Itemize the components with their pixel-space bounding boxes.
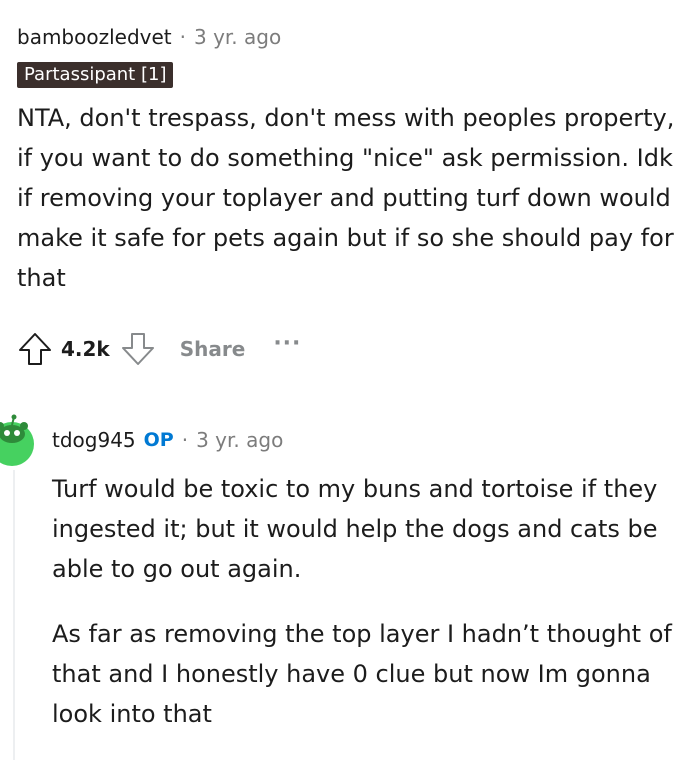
downvote-arrow-icon xyxy=(121,333,154,365)
meta-separator: · xyxy=(179,25,186,49)
comment-actions: 4.2k Share ··· xyxy=(17,328,301,370)
upvote-button[interactable] xyxy=(17,331,53,367)
comment-paragraph: As far as removing the top layer I hadn’… xyxy=(52,620,672,728)
timestamp-link[interactable]: 3 yr. ago xyxy=(196,425,283,455)
comment-bamboozledvet: bamboozledvet · 3 yr. ago Partassipant [… xyxy=(17,22,692,298)
comment-meta: bamboozledvet · 3 yr. ago xyxy=(17,22,692,52)
timestamp-link[interactable]: 3 yr. ago xyxy=(194,22,281,52)
vote-count: 4.2k xyxy=(61,337,110,361)
meta-separator: · xyxy=(181,428,189,452)
upvote-arrow-icon xyxy=(19,333,51,365)
snoo-avatar-icon[interactable] xyxy=(0,412,36,466)
share-button[interactable]: Share xyxy=(180,337,246,361)
op-badge: OP xyxy=(143,429,174,451)
user-flair: Partassipant [1] xyxy=(17,62,174,88)
username-link[interactable]: tdog945 xyxy=(52,425,136,455)
downvote-button[interactable] xyxy=(120,331,156,367)
username-link[interactable]: bamboozledvet xyxy=(17,22,172,52)
comment-tdog945: tdog945 OP · 3 yr. ago Turf would be tox… xyxy=(52,425,692,734)
more-options-icon[interactable]: ··· xyxy=(273,333,301,355)
thread-line[interactable] xyxy=(13,470,15,760)
comment-paragraph: Turf would be toxic to my buns and torto… xyxy=(52,475,658,583)
comment-body: NTA, don't trespass, don't mess with peo… xyxy=(17,104,675,292)
comment-meta: tdog945 OP · 3 yr. ago xyxy=(52,425,692,455)
